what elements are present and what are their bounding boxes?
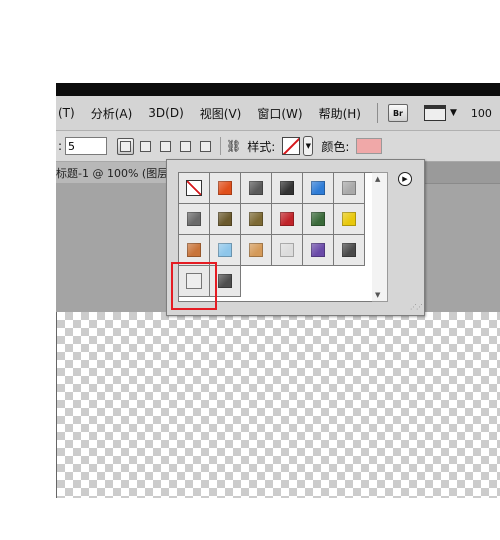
scroll-up-icon[interactable]: ▲ xyxy=(375,175,380,183)
panel-menu-button[interactable]: ▶ xyxy=(398,172,412,186)
menu-separator xyxy=(376,103,378,123)
style-swatch-multicolor xyxy=(311,212,325,226)
style-swatch-white-pattern xyxy=(280,243,294,257)
subtract-mode-button[interactable] xyxy=(157,138,174,155)
title-bar xyxy=(56,83,500,96)
exclude-mode-button[interactable] xyxy=(197,138,214,155)
scroll-down-icon[interactable]: ▼ xyxy=(375,291,380,299)
style-swatch-red-orange-glow xyxy=(218,181,232,195)
color-swatch[interactable] xyxy=(356,138,383,154)
link-icon[interactable]: ⛓ xyxy=(226,139,241,153)
style-cell-none[interactable] xyxy=(179,173,210,204)
add-mode-button[interactable] xyxy=(137,138,154,155)
style-swatch-steel-gradient xyxy=(187,212,201,226)
style-swatch-purple-blue xyxy=(311,243,325,257)
width-label: : xyxy=(58,139,63,153)
style-cell-charcoal[interactable] xyxy=(334,235,365,266)
style-cell-yellow-bevel[interactable] xyxy=(334,204,365,235)
menu-item-window[interactable]: 窗口(W) xyxy=(257,105,310,122)
style-swatch-sunset-sky xyxy=(249,243,263,257)
style-cell-brown-satin[interactable] xyxy=(210,204,241,235)
style-swatch[interactable] xyxy=(282,137,301,155)
style-cell-blue-glass[interactable] xyxy=(303,173,334,204)
menu-item-3d[interactable]: 3D(D) xyxy=(148,106,191,120)
style-cell-red-orange-glow[interactable] xyxy=(210,173,241,204)
resize-grip-icon[interactable]: ⋰⋰ xyxy=(410,303,423,311)
style-cell-white-pattern[interactable] xyxy=(272,235,303,266)
style-swatch-dark-grey-square xyxy=(249,181,263,195)
bridge-button[interactable]: Br xyxy=(387,104,408,122)
style-swatch-light-grey xyxy=(342,181,356,195)
style-cell-olive-brown[interactable] xyxy=(241,204,272,235)
style-swatch-olive-brown xyxy=(249,212,263,226)
style-swatch-copper-orange xyxy=(187,243,201,257)
intersect-mode-button[interactable] xyxy=(177,138,194,155)
screen-mode-icon[interactable] xyxy=(423,105,446,121)
style-cell-black-chrome[interactable] xyxy=(272,173,303,204)
options-bar: : ⛓ 样式: ▼ 颜色: xyxy=(56,131,500,162)
style-swatch-blue-glass xyxy=(311,181,325,195)
style-swatch-red-stripe xyxy=(280,212,294,226)
style-swatch-dark-grey-solid xyxy=(218,274,232,288)
style-dropdown-button[interactable]: ▼ xyxy=(303,136,314,156)
style-cell-steel-gradient[interactable] xyxy=(179,204,210,235)
style-swatch-brown-satin xyxy=(218,212,232,226)
menu-item-text[interactable]: (T) xyxy=(56,106,83,120)
style-swatch-sky-blue xyxy=(218,243,232,257)
style-cell-red-stripe[interactable] xyxy=(272,204,303,235)
style-cell-light-grey[interactable] xyxy=(334,173,365,204)
options-separator xyxy=(220,137,222,155)
new-layer-mode-button[interactable] xyxy=(117,137,135,155)
style-swatch-charcoal xyxy=(342,243,356,257)
zoom-level[interactable]: 100 xyxy=(471,107,492,120)
style-swatch-yellow-bevel xyxy=(342,212,356,226)
menu-item-view[interactable]: 视图(V) xyxy=(200,105,250,122)
style-scrollbar[interactable]: ▲ ▼ xyxy=(372,172,388,302)
style-label: 样式: xyxy=(247,139,276,154)
highlight-box xyxy=(171,262,217,310)
style-cell-multicolor[interactable] xyxy=(303,204,334,235)
menu-item-analysis[interactable]: 分析(A) xyxy=(91,105,141,122)
style-cell-sunset-sky[interactable] xyxy=(241,235,272,266)
color-label: 颜色: xyxy=(321,139,350,154)
transparent-canvas[interactable] xyxy=(56,312,500,498)
menu-bar: (T) 分析(A) 3D(D) 视图(V) 窗口(W) 帮助(H) Br ▼ 1… xyxy=(56,96,500,131)
style-swatch-black-chrome xyxy=(280,181,294,195)
style-cell-dark-grey-square[interactable] xyxy=(241,173,272,204)
style-swatch-none xyxy=(186,180,202,196)
menu-item-help[interactable]: 帮助(H) xyxy=(319,105,369,122)
chevron-down-icon[interactable]: ▼ xyxy=(450,108,457,118)
width-input[interactable] xyxy=(65,137,108,155)
document-tab[interactable]: 标题-1 @ 100% (图层 xyxy=(56,162,177,183)
style-cell-purple-blue[interactable] xyxy=(303,235,334,266)
